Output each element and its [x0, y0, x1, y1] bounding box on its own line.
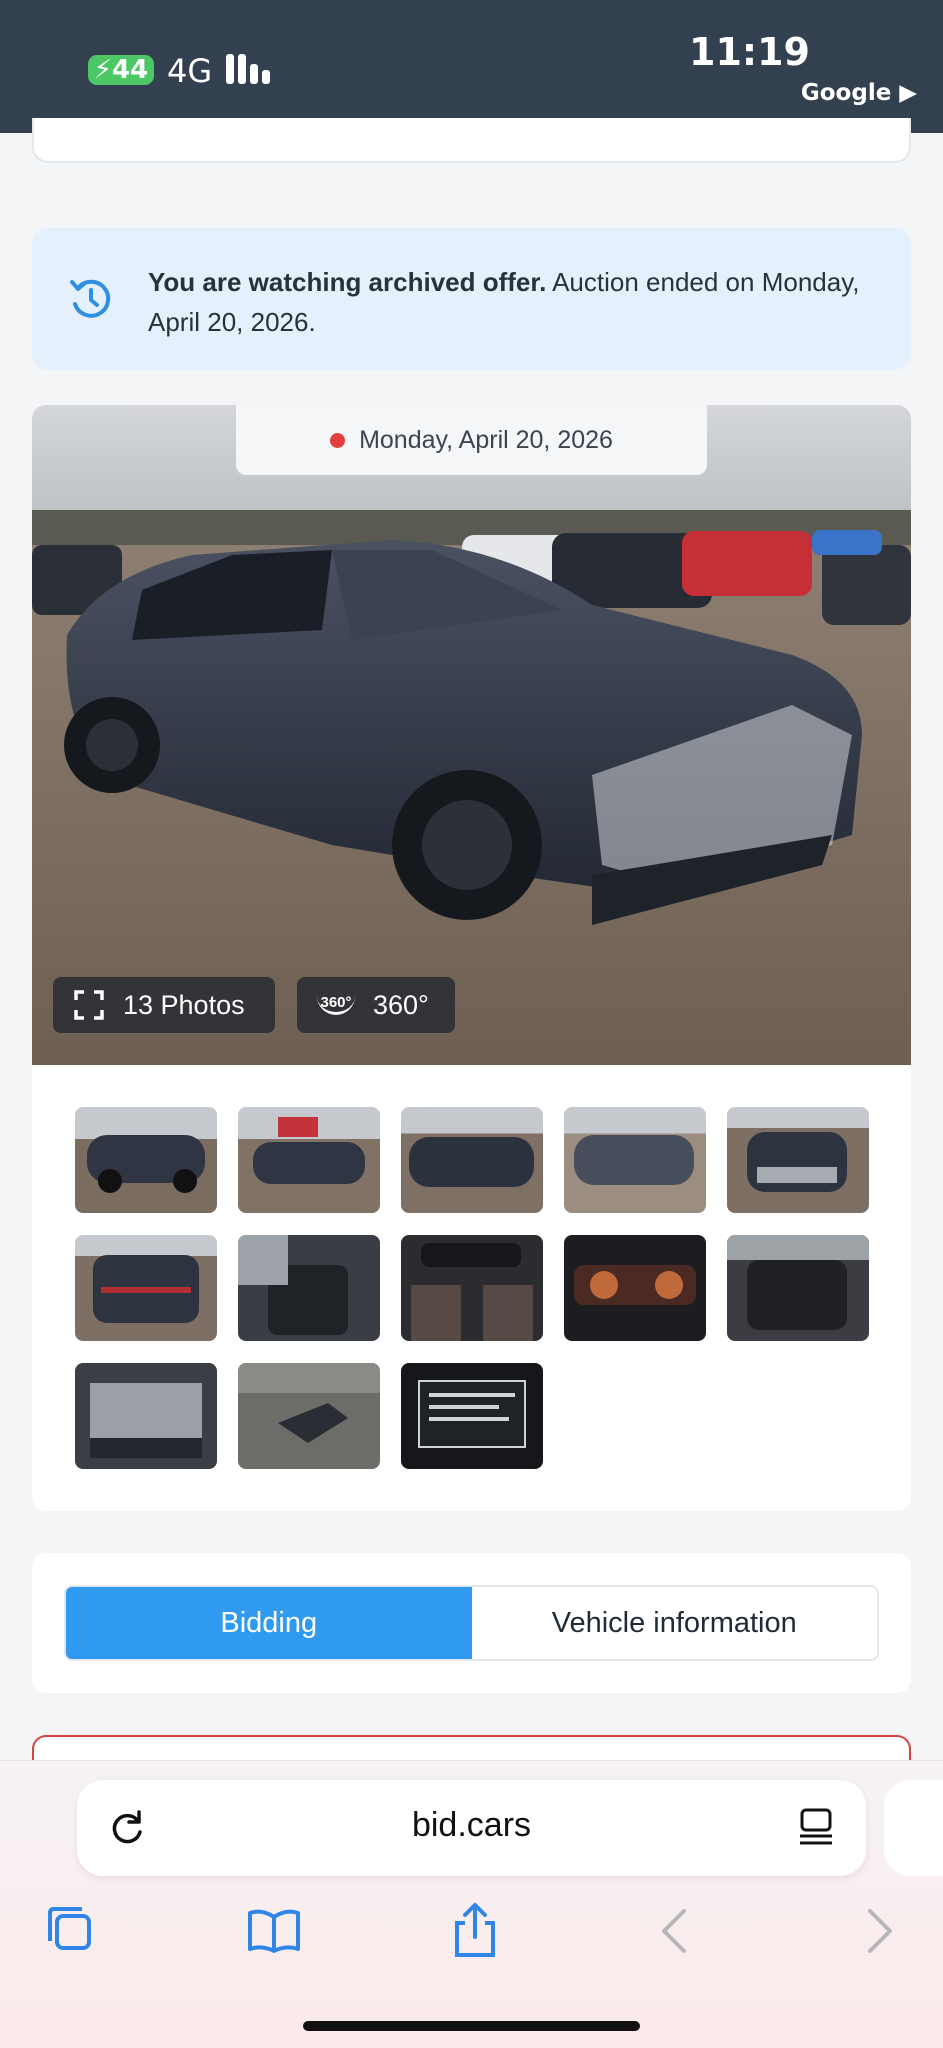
share-icon[interactable] — [445, 1901, 505, 1961]
thumbnail[interactable] — [401, 1363, 543, 1469]
network-type: 4G — [167, 52, 213, 90]
photos-label: 13 Photos — [123, 989, 245, 1020]
thumbnail[interactable] — [238, 1363, 380, 1469]
status-bar: ⚡44 4G 11:19 Google ▶ — [0, 0, 943, 133]
bookmarks-icon[interactable] — [244, 1901, 304, 1961]
view-360-button[interactable]: 360° 360° — [297, 977, 455, 1033]
rotate-360-icon: 360° — [317, 995, 355, 1015]
fullscreen-icon — [74, 990, 104, 1020]
browser-toolbar: bid.cars — [0, 1760, 943, 2048]
charging-icon: ⚡ — [93, 55, 113, 85]
back-icon[interactable] — [646, 1901, 706, 1961]
thumbnail[interactable] — [727, 1235, 869, 1341]
clock: 11:19 — [689, 30, 810, 74]
vehicle-photo-card: Monday, April 20, 2026 13 Photos 360° 36… — [32, 405, 911, 1511]
thumbnail[interactable] — [727, 1107, 869, 1213]
thumbnail[interactable] — [401, 1235, 543, 1341]
thumbnail[interactable] — [75, 1235, 217, 1341]
tab-vehicle-information[interactable]: Vehicle information — [471, 1587, 877, 1659]
thumbnail[interactable] — [75, 1107, 217, 1213]
reader-mode-icon[interactable] — [796, 1806, 836, 1850]
notice-text: You are watching archived offer. Auction… — [148, 262, 868, 342]
history-icon — [70, 279, 111, 318]
thumbnail[interactable] — [238, 1107, 380, 1213]
thumbnail[interactable] — [238, 1235, 380, 1341]
thumbnail[interactable] — [564, 1107, 706, 1213]
address-bar[interactable]: bid.cars — [77, 1780, 866, 1876]
tabs-icon[interactable] — [42, 1901, 102, 1961]
view-360-label: 360° — [373, 989, 429, 1020]
notice-title: You are watching archived offer. — [148, 267, 547, 297]
auction-date: Monday, April 20, 2026 — [359, 425, 613, 454]
battery-level: 44 — [112, 55, 149, 85]
main-vehicle-photo[interactable] — [32, 405, 911, 1065]
thumbnail[interactable] — [401, 1107, 543, 1213]
url-text: bid.cars — [411, 1806, 532, 1844]
thumbnail[interactable] — [564, 1235, 706, 1341]
signal-icon — [226, 54, 276, 84]
forward-icon[interactable] — [848, 1901, 908, 1961]
photos-button[interactable]: 13 Photos — [53, 977, 275, 1033]
status-dot-icon — [330, 432, 346, 448]
next-tab-preview[interactable] — [884, 1780, 943, 1876]
auction-date-chip: Monday, April 20, 2026 — [236, 405, 707, 475]
tab-bar: Bidding Vehicle information — [64, 1585, 879, 1661]
thumbnail[interactable] — [75, 1363, 217, 1469]
tab-bidding[interactable]: Bidding — [66, 1587, 472, 1659]
archived-notice: You are watching archived offer. Auction… — [32, 228, 911, 370]
home-indicator — [303, 2021, 640, 2031]
back-to-app-link[interactable]: Google ▶ — [801, 80, 917, 106]
battery-indicator: ⚡44 — [88, 55, 154, 85]
tabs-card: Bidding Vehicle information — [32, 1553, 911, 1693]
previous-card-edge — [32, 118, 911, 163]
